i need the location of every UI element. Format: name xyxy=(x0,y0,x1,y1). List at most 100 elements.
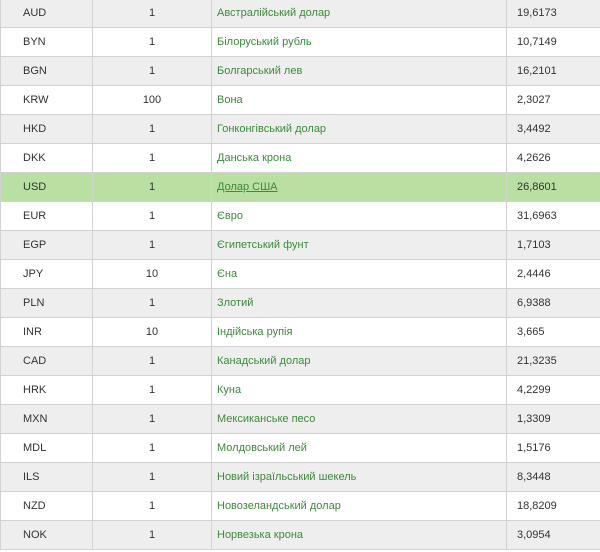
currency-name-link[interactable]: Єгипетський фунт xyxy=(217,239,309,251)
currency-units-cell: 1 xyxy=(92,143,212,173)
exchange-rate-cell: 3,0954 xyxy=(506,520,600,550)
currency-name-cell: Індійська рупія xyxy=(211,317,507,347)
currency-code-cell: HKD xyxy=(0,114,93,144)
table-row: HKD 1 Гонконгівський долар 3,4492 xyxy=(0,114,600,144)
currency-name-cell: Гонконгівський долар xyxy=(211,114,507,144)
currency-code-cell: PLN xyxy=(0,288,93,318)
currency-units-cell: 1 xyxy=(92,346,212,376)
currency-code-cell: CAD xyxy=(0,346,93,376)
currency-code-cell: EUR xyxy=(0,201,93,231)
currency-units-cell: 1 xyxy=(92,433,212,463)
currency-name-cell: Болгарський лев xyxy=(211,56,507,86)
exchange-rate-cell: 1,5176 xyxy=(506,433,600,463)
currency-code-cell: AUD xyxy=(0,0,93,28)
exchange-rate-cell: 18,8209 xyxy=(506,491,600,521)
exchange-rate-cell: 8,3448 xyxy=(506,462,600,492)
exchange-rate-cell: 3,4492 xyxy=(506,114,600,144)
currency-units-cell: 1 xyxy=(92,462,212,492)
exchange-rate-cell: 26,8601 xyxy=(506,172,600,202)
exchange-rate-cell: 1,7103 xyxy=(506,230,600,260)
currency-name-cell: Євро xyxy=(211,201,507,231)
table-row: EGP 1 Єгипетський фунт 1,7103 xyxy=(0,230,600,260)
table-row: PLN 1 Злотий 6,9388 xyxy=(0,288,600,318)
currency-name-cell: Норвезька крона xyxy=(211,520,507,550)
currency-units-cell: 1 xyxy=(92,56,212,86)
table-row: BYN 1 Білоруський рубль 10,7149 xyxy=(0,27,600,57)
currency-name-link[interactable]: Євро xyxy=(217,210,243,222)
currency-name-link[interactable]: Єна xyxy=(217,268,237,280)
currency-name-link[interactable]: Долар США xyxy=(217,181,278,193)
exchange-rate-cell: 3,665 xyxy=(506,317,600,347)
currency-name-cell: Єна xyxy=(211,259,507,289)
currency-code-cell: JPY xyxy=(0,259,93,289)
currency-name-link[interactable]: Індійська рупія xyxy=(217,326,292,338)
currency-name-cell: Мексиканське песо xyxy=(211,404,507,434)
table-row: ILS 1 Новий ізраїльський шекель 8,3448 xyxy=(0,462,600,492)
table-row: MDL 1 Молдовський лей 1,5176 xyxy=(0,433,600,463)
table-row: AUD 1 Австралійський долар 19,6173 xyxy=(0,0,600,28)
exchange-rate-cell: 21,3235 xyxy=(506,346,600,376)
currency-code-cell: NOK xyxy=(0,520,93,550)
currency-name-link[interactable]: Вона xyxy=(217,94,243,106)
table-row: EUR 1 Євро 31,6963 xyxy=(0,201,600,231)
currency-name-link[interactable]: Злотий xyxy=(217,297,253,309)
exchange-rates-table: AUD 1 Австралійський долар 19,6173 BYN 1 Білор… xyxy=(0,0,600,550)
table-row: MXN 1 Мексиканське песо 1,3309 xyxy=(0,404,600,434)
currency-name-link[interactable]: Молдовський лей xyxy=(217,442,307,454)
currency-name-cell: Куна xyxy=(211,375,507,405)
exchange-rate-cell: 16,2101 xyxy=(506,56,600,86)
currency-code-cell: HRK xyxy=(0,375,93,405)
exchange-rate-cell: 1,3309 xyxy=(506,404,600,434)
currency-name-cell: Єгипетський фунт xyxy=(211,230,507,260)
currency-name-link[interactable]: Болгарський лев xyxy=(217,65,302,77)
table-row: JPY 10 Єна 2,4446 xyxy=(0,259,600,289)
currency-units-cell: 1 xyxy=(92,201,212,231)
currency-units-cell: 1 xyxy=(92,375,212,405)
table-row: HRK 1 Куна 4,2299 xyxy=(0,375,600,405)
currency-units-cell: 1 xyxy=(92,491,212,521)
currency-code-cell: INR xyxy=(0,317,93,347)
table-row: INR 10 Індійська рупія 3,665 xyxy=(0,317,600,347)
currency-name-cell: Данська крона xyxy=(211,143,507,173)
currency-code-cell: BGN xyxy=(0,56,93,86)
currency-code-cell: MXN xyxy=(0,404,93,434)
currency-name-link[interactable]: Гонконгівський долар xyxy=(217,123,326,135)
currency-name-cell: Долар США xyxy=(211,172,507,202)
exchange-rate-cell: 6,9388 xyxy=(506,288,600,318)
currency-units-cell: 1 xyxy=(92,0,212,28)
currency-units-cell: 1 xyxy=(92,288,212,318)
currency-units-cell: 10 xyxy=(92,259,212,289)
currency-name-cell: Молдовський лей xyxy=(211,433,507,463)
currency-code-cell: MDL xyxy=(0,433,93,463)
currency-code-cell: DKK xyxy=(0,143,93,173)
table-row: BGN 1 Болгарський лев 16,2101 xyxy=(0,56,600,86)
currency-name-cell: Канадський долар xyxy=(211,346,507,376)
currency-code-cell: ILS xyxy=(0,462,93,492)
currency-units-cell: 1 xyxy=(92,404,212,434)
exchange-rate-cell: 31,6963 xyxy=(506,201,600,231)
currency-name-cell: Новозеландський долар xyxy=(211,491,507,521)
currency-name-link[interactable]: Австралійський долар xyxy=(217,7,330,19)
currency-name-link[interactable]: Канадський долар xyxy=(217,355,310,367)
exchange-rate-cell: 10,7149 xyxy=(506,27,600,57)
currency-code-cell: BYN xyxy=(0,27,93,57)
currency-name-cell: Австралійський долар xyxy=(211,0,507,28)
table-row: NOK 1 Норвезька крона 3,0954 xyxy=(0,520,600,550)
currency-name-link[interactable]: Мексиканське песо xyxy=(217,413,315,425)
currency-code-cell: EGP xyxy=(0,230,93,260)
currency-name-link[interactable]: Куна xyxy=(217,384,241,396)
table-row: NZD 1 Новозеландський долар 18,8209 xyxy=(0,491,600,521)
currency-code-cell: USD xyxy=(0,172,93,202)
currency-name-link[interactable]: Норвезька крона xyxy=(217,529,303,541)
currency-name-link[interactable]: Данська крона xyxy=(217,152,291,164)
currency-units-cell: 10 xyxy=(92,317,212,347)
currency-code-cell: KRW xyxy=(0,85,93,115)
currency-units-cell: 1 xyxy=(92,114,212,144)
currency-name-link[interactable]: Новий ізраїльський шекель xyxy=(217,471,356,483)
currency-name-link[interactable]: Новозеландський долар xyxy=(217,500,341,512)
currency-name-link[interactable]: Білоруський рубль xyxy=(217,36,312,48)
exchange-rate-cell: 4,2626 xyxy=(506,143,600,173)
currency-units-cell: 1 xyxy=(92,230,212,260)
table-row: KRW 100 Вона 2,3027 xyxy=(0,85,600,115)
currency-name-cell: Новий ізраїльський шекель xyxy=(211,462,507,492)
